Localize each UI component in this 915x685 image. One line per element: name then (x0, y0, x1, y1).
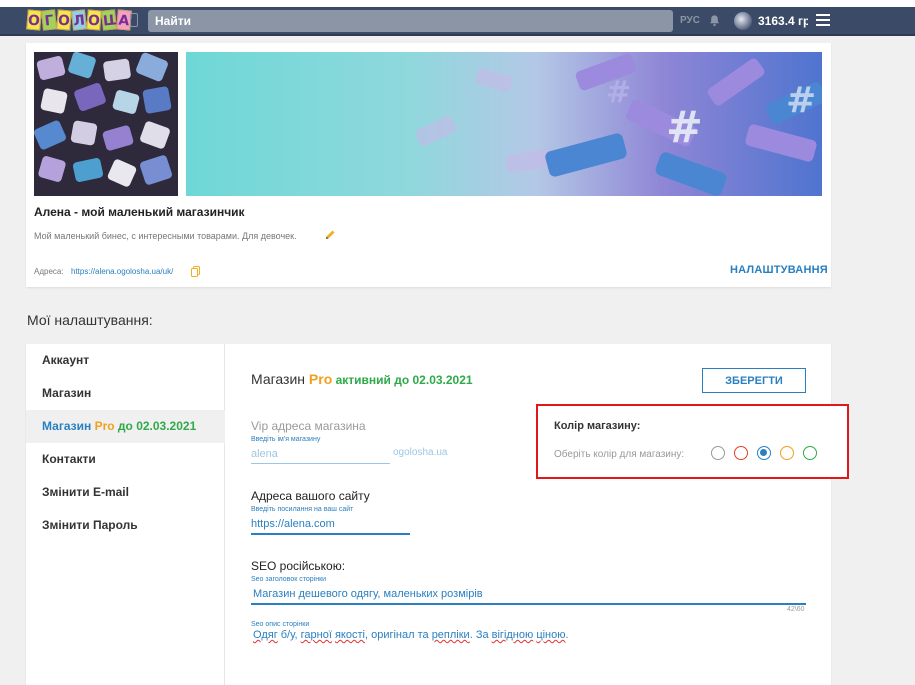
logo-letter: Г (40, 9, 58, 31)
pro-label: Pro (94, 419, 115, 433)
seo-desc-word: Одяг (253, 629, 278, 641)
seo-desc-word: репліки (431, 629, 470, 641)
logo-letter: Л (70, 9, 88, 31)
sidebar-item-shop[interactable]: Магазин (26, 377, 225, 410)
save-button[interactable]: ЗБЕРЕГТИ (702, 368, 806, 393)
shop-color-title: Колір магазину: (554, 420, 641, 432)
settings-main: Магазин Pro активний до 02.03.2021 ЗБЕРЕ… (226, 344, 849, 685)
balance-amount[interactable]: 3163.4 грн (758, 14, 808, 28)
shop-description: Мой маленький бинес, с интересными товар… (34, 231, 297, 241)
shop-banner[interactable]: # # # (186, 52, 822, 196)
sidebar-item-change-email[interactable]: Змінити E-mail (26, 476, 225, 509)
site-address-label: Адреса вашого сайту (251, 489, 370, 503)
hamburger-menu-icon[interactable] (816, 14, 830, 26)
site-address-input[interactable] (251, 514, 410, 535)
seo-desc-word: ціною (536, 629, 566, 641)
seo-title-counter: 42\60 (787, 606, 805, 613)
seo-description-hint: Seo опис сторінки (251, 621, 310, 628)
sidebar-item-contacts[interactable]: Контакти (26, 443, 225, 476)
logo-letter: Ш (100, 9, 121, 31)
seo-desc-word: б/у, (277, 629, 301, 641)
site-address-hint: Введіть посилання на ваш сайт (251, 506, 354, 513)
seo-title-hint: Seo заголовок сторінки (251, 576, 327, 583)
sidebar-item-change-password[interactable]: Змінити Пароль (26, 509, 225, 542)
seo-desc-word: якості (334, 629, 365, 641)
seo-desc-word: гарної (300, 629, 332, 641)
settings-sidebar: Аккаунт Магазин Магазин Pro до 02.03.202… (26, 344, 225, 685)
section-title: Мої налаштування: (27, 312, 153, 328)
logo-letter: О (56, 9, 72, 31)
title-text: Магазин (251, 371, 309, 387)
top-navbar: О Г О Л О Ш А РУС 3163.4 грн (0, 7, 915, 36)
hashtag-puzzle-image: # # # (186, 52, 822, 196)
seo-desc-word: . (565, 629, 569, 641)
site-logo[interactable]: О Г О Л О Ш А (26, 9, 132, 32)
shop-color-box: Колір магазину: Оберіть колір для магази… (536, 404, 849, 479)
shop-avatar[interactable] (34, 52, 178, 196)
settings-panel: Аккаунт Магазин Магазин Pro до 02.03.202… (26, 344, 849, 685)
address-label: Адреса: (34, 267, 64, 276)
search-box[interactable] (148, 10, 673, 32)
color-radio-gray[interactable] (711, 446, 725, 460)
color-radio-orange[interactable] (780, 446, 794, 460)
coin-icon (734, 12, 752, 30)
pro-expiry-label: до 02.03.2021 (114, 419, 197, 433)
pro-status-title: Магазин Pro активний до 02.03.2021 (251, 371, 473, 387)
seo-title-input[interactable] (251, 584, 806, 605)
bell-icon[interactable] (708, 14, 721, 27)
color-radio-blue[interactable] (757, 446, 771, 460)
svg-text:#: # (606, 75, 631, 110)
shop-color-hint: Оберіть колір для магазину: (554, 449, 685, 460)
vip-address-label: Vip адреса магазина (251, 419, 366, 433)
language-switch[interactable]: РУС (680, 15, 700, 26)
vip-address-input[interactable] (251, 444, 390, 464)
shop-title: Алена - мой маленький магазинчик (34, 205, 245, 219)
pencil-icon[interactable] (324, 229, 336, 241)
seo-desc-word: вігідною (491, 629, 534, 641)
shop-card: # # # Алена - мой маленький магазинчик М… (26, 43, 831, 287)
seo-description-input[interactable]: Одяг б/у, гарної якості, оригінал та реп… (253, 629, 569, 641)
pro-label: Pro (308, 371, 333, 387)
seo-desc-word: , оригінал та (364, 629, 432, 641)
shop-address-link[interactable]: https://alena.ogolosha.ua/uk/ (71, 267, 173, 276)
logo-letter: О (26, 9, 42, 31)
settings-link[interactable]: НАЛАШТУВАННЯ (730, 264, 828, 276)
top-strip (0, 0, 915, 7)
seo-section-label: SEO російською: (251, 559, 346, 573)
svg-text:#: # (666, 102, 703, 153)
sidebar-item-account[interactable]: Аккаунт (26, 344, 225, 377)
svg-text:#: # (786, 80, 816, 121)
color-radio-red[interactable] (734, 446, 748, 460)
sidebar-item-label: Магазин (42, 419, 95, 433)
logo-letter: О (86, 9, 102, 31)
sidebar-item-shop-pro[interactable]: Магазин Pro до 02.03.2021 (26, 410, 225, 443)
vip-address-hint: Введіть ім'я магазину (251, 436, 321, 443)
active-until-label: активний до 02.03.2021 (332, 373, 473, 387)
seo-desc-word: . За (469, 629, 492, 641)
color-radio-green[interactable] (803, 446, 817, 460)
search-input[interactable] (148, 10, 673, 32)
puzzle-image (34, 52, 178, 196)
copy-icon[interactable] (191, 266, 200, 277)
phone-icon[interactable] (130, 13, 138, 27)
domain-suffix: ogolosha.ua (393, 447, 448, 458)
